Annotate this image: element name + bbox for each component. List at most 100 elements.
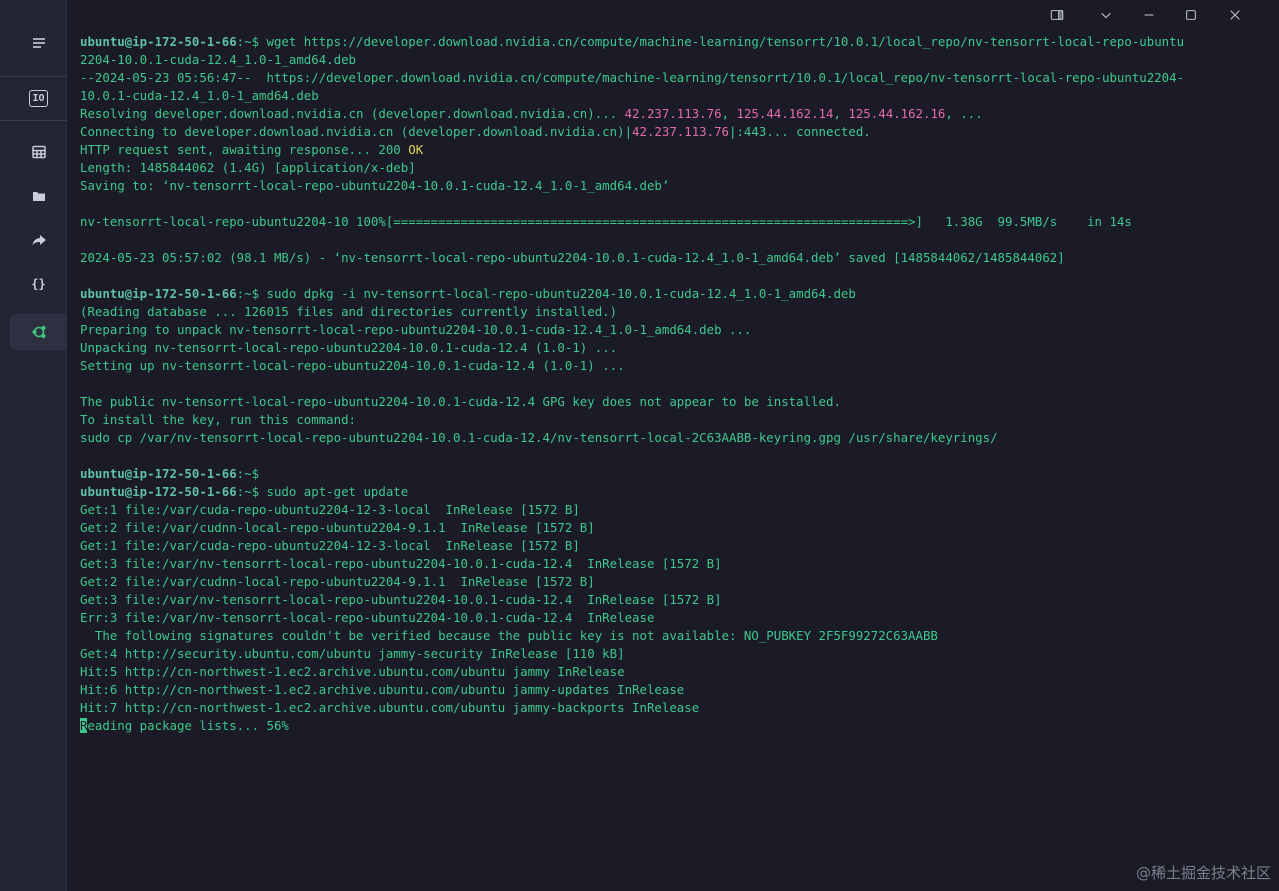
terminal-text: , ...	[945, 106, 983, 121]
terminal-line: The public nv-tensorrt-local-repo-ubuntu…	[80, 393, 1273, 411]
terminal-text: Get:2 file:/var/cudnn-local-repo-ubuntu2…	[80, 520, 595, 535]
dropdown-button[interactable]	[1086, 0, 1126, 30]
terminal-text: |:443... connected.	[729, 124, 871, 139]
terminal-text: Hit:5 http://cn-northwest-1.ec2.archive.…	[80, 664, 625, 679]
chevron-down-icon	[1101, 12, 1111, 19]
terminal-line: Get:1 file:/var/cuda-repo-ubuntu2204-12-…	[80, 537, 1273, 555]
terminal-line: ubuntu@ip-172-50-1-66:~$ sudo dpkg -i nv…	[80, 285, 1273, 303]
terminal-text: OK	[408, 142, 424, 157]
close-icon	[1230, 10, 1240, 20]
terminal-text: Unpacking nv-tensorrt-local-repo-ubuntu2…	[80, 340, 618, 355]
panel-toggle-button[interactable]	[1037, 0, 1077, 30]
terminal-line: Hit:6 http://cn-northwest-1.ec2.archive.…	[80, 681, 1273, 699]
menu-icon	[32, 38, 45, 48]
terminal-line: Get:2 file:/var/cudnn-local-repo-ubuntu2…	[80, 519, 1273, 537]
terminal-line: (Reading database ... 126015 files and d…	[80, 303, 1273, 321]
io-button[interactable]: IO	[10, 80, 67, 116]
terminal-text: 2024-05-23 05:57:02 (98.1 MB/s) - ‘nv-te…	[80, 250, 1065, 265]
forward-icon	[32, 235, 46, 246]
terminal-line: Get:4 http://security.ubuntu.com/ubuntu …	[80, 645, 1273, 663]
terminal-line: Unpacking nv-tensorrt-local-repo-ubuntu2…	[80, 339, 1273, 357]
grid-icon	[31, 145, 46, 159]
minimize-icon	[1144, 14, 1154, 16]
terminal-text: Get:1 file:/var/cuda-repo-ubuntu2204-12-…	[80, 502, 580, 517]
terminal-line: Length: 1485844062 (1.4G) [application/x…	[80, 159, 1273, 177]
terminal-line: Hit:5 http://cn-northwest-1.ec2.archive.…	[80, 663, 1273, 681]
terminal-text: ,	[721, 106, 737, 121]
terminal-text: Length: 1485844062 (1.4G) [application/x…	[80, 160, 416, 175]
terminal-line: sudo cp /var/nv-tensorrt-local-repo-ubun…	[80, 429, 1273, 447]
shell-prompt: ubuntu@ip-172-50-1-66	[80, 286, 237, 301]
terminal-text: 125.44.162.14	[736, 106, 834, 121]
terminal-tab-button[interactable]	[10, 314, 67, 350]
ubuntu-terminal-icon	[31, 325, 46, 339]
terminal-text: Setting up nv-tensorrt-local-repo-ubuntu…	[80, 358, 625, 373]
panel-toggle-icon	[1050, 10, 1064, 20]
terminal-text: Hit:7 http://cn-northwest-1.ec2.archive.…	[80, 700, 700, 715]
terminal-text: The public nv-tensorrt-local-repo-ubuntu…	[80, 394, 841, 409]
sidebar-divider	[0, 76, 67, 77]
terminal-text: --2024-05-23 05:56:47-- https://develope…	[80, 70, 1185, 85]
terminal-text: sudo cp /var/nv-tensorrt-local-repo-ubun…	[80, 430, 998, 445]
terminal-text: Err:3 file:/var/nv-tensorrt-local-repo-u…	[80, 610, 655, 625]
terminal-line: Hit:7 http://cn-northwest-1.ec2.archive.…	[80, 699, 1273, 717]
terminal-output[interactable]: ubuntu@ip-172-50-1-66:~$ wget https://de…	[80, 33, 1273, 735]
shell-prompt: ubuntu@ip-172-50-1-66	[80, 34, 237, 49]
terminal-line: Connecting to developer.download.nvidia.…	[80, 123, 1273, 141]
terminal-line: --2024-05-23 05:56:47-- https://develope…	[80, 69, 1273, 87]
terminal-text: :~$	[236, 466, 260, 481]
io-icon: IO	[29, 89, 48, 107]
terminal-line: Get:2 file:/var/cudnn-local-repo-ubuntu2…	[80, 573, 1273, 591]
terminal-line: 10.0.1-cuda-12.4_1.0-1_amd64.deb	[80, 87, 1273, 105]
forward-button[interactable]	[10, 222, 67, 258]
terminal-text: :~$ sudo dpkg -i nv-tensorrt-local-repo-…	[236, 286, 856, 301]
maximize-button[interactable]	[1171, 0, 1211, 30]
terminal-text: 2204-10.0.1-cuda-12.4_1.0-1_amd64.deb	[80, 52, 357, 67]
grid-button[interactable]	[10, 134, 67, 170]
terminal-text: ,	[833, 106, 849, 121]
terminal-line: ubuntu@ip-172-50-1-66:~$ sudo apt-get up…	[80, 483, 1273, 501]
terminal-text: 10.0.1-cuda-12.4_1.0-1_amd64.deb	[80, 88, 319, 103]
terminal-text: 42.237.113.76	[632, 124, 730, 139]
snippets-button[interactable]: {}	[10, 266, 67, 302]
terminal-text: (Reading database ... 126015 files and d…	[80, 304, 618, 319]
sidebar: IO {}	[0, 0, 67, 891]
terminal-text: Resolving developer.download.nvidia.cn (…	[80, 106, 625, 121]
watermark: @稀土掘金技术社区	[1135, 864, 1271, 882]
terminal-line: 2024-05-23 05:57:02 (98.1 MB/s) - ‘nv-te…	[80, 249, 1273, 267]
terminal-line: Saving to: ‘nv-tensorrt-local-repo-ubunt…	[80, 177, 1273, 195]
terminal-text: HTTP request sent, awaiting response... …	[80, 142, 409, 157]
terminal-text: :~$ sudo apt-get update	[236, 484, 409, 499]
sidebar-divider	[0, 120, 67, 121]
menu-button[interactable]	[10, 25, 67, 61]
terminal-line: Setting up nv-tensorrt-local-repo-ubuntu…	[80, 357, 1273, 375]
terminal-line: ubuntu@ip-172-50-1-66:~$	[80, 465, 1273, 483]
terminal-text: Get:3 file:/var/nv-tensorrt-local-repo-u…	[80, 556, 722, 571]
terminal-text: Get:4 http://security.ubuntu.com/ubuntu …	[80, 646, 625, 661]
minimize-button[interactable]	[1129, 0, 1169, 30]
terminal-line: Get:3 file:/var/nv-tensorrt-local-repo-u…	[80, 591, 1273, 609]
terminal-text: nv-tensorrt-local-repo-ubuntu2204-10 100…	[80, 214, 1132, 229]
terminal-text: Get:1 file:/var/cuda-repo-ubuntu2204-12-…	[80, 538, 580, 553]
close-button[interactable]	[1215, 0, 1255, 30]
files-button[interactable]	[10, 178, 67, 214]
terminal-text: To install the key, run this command:	[80, 412, 357, 427]
braces-icon: {}	[31, 277, 46, 291]
terminal-line: ubuntu@ip-172-50-1-66:~$ wget https://de…	[80, 33, 1273, 51]
terminal-line: Reading package lists... 56%	[80, 717, 1273, 735]
terminal-line: HTTP request sent, awaiting response... …	[80, 141, 1273, 159]
terminal-text: Get:2 file:/var/cudnn-local-repo-ubuntu2…	[80, 574, 595, 589]
terminal-text: 125.44.162.16	[848, 106, 946, 121]
shell-prompt: ubuntu@ip-172-50-1-66	[80, 466, 237, 481]
terminal-line: Err:3 file:/var/nv-tensorrt-local-repo-u…	[80, 609, 1273, 627]
terminal-text: 42.237.113.76	[624, 106, 722, 121]
terminal-text: Preparing to unpack nv-tensorrt-local-re…	[80, 322, 752, 337]
folder-icon	[32, 192, 45, 201]
terminal-line: Get:3 file:/var/nv-tensorrt-local-repo-u…	[80, 555, 1273, 573]
terminal-line: Get:1 file:/var/cuda-repo-ubuntu2204-12-…	[80, 501, 1273, 519]
terminal-text: The following signatures couldn't be ver…	[80, 628, 938, 643]
